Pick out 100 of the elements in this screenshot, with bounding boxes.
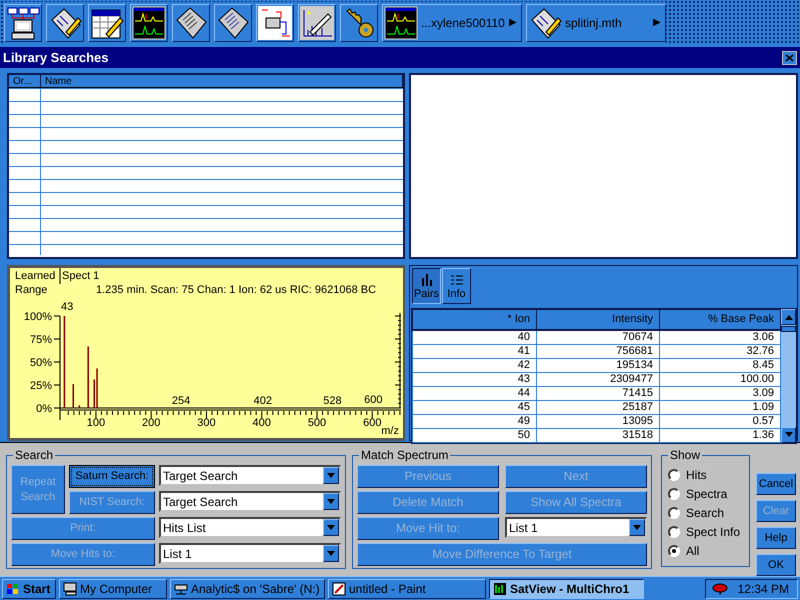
file-button[interactable]: ...xylene500110 ▶ [382,4,522,42]
column-header[interactable]: % Base Peak [660,310,780,330]
start-button[interactable]: Start [2,578,56,598]
toolbar-button[interactable] [88,4,126,42]
peak-label: 600 [364,394,383,406]
toolbar-button[interactable] [256,4,294,42]
column-header[interactable]: Name [41,75,403,87]
column-header[interactable]: * Ion [412,310,536,330]
scan-info: 1.235 min. Scan: 75 Chan: 1 Ion: 62 us RIC: 9621068 BC [96,284,376,296]
scroll-down-button[interactable] [781,426,796,442]
tick-label: 100% [24,311,52,323]
column-header[interactable]: Or... [9,75,41,87]
dialog-button[interactable]: OK [756,554,796,576]
radio-button[interactable] [668,506,680,518]
tick-label: 75% [30,334,52,346]
table-cell: 756681 [536,344,660,358]
spectrum-label: Range [15,284,48,296]
peak-label: 402 [254,395,272,407]
peak-label: 254 [172,395,190,407]
scroll-up-button[interactable] [781,309,796,325]
dropdown-arrow-button[interactable] [323,493,339,510]
computer-icon [6,6,40,40]
file-button[interactable]: splitinj.mth ▶ [526,4,666,42]
search-button[interactable]: Saturn Search: [69,465,155,488]
table-cell: 3.06 [660,330,780,344]
dropdown-field[interactable]: List 1 [505,517,647,538]
table-cell: 31518 [536,428,660,442]
caret-icon [327,499,335,504]
dropdown-arrow-button[interactable] [323,519,339,536]
taskbar-button[interactable]: SatView - MultiChro1 [489,578,644,598]
dialog-button[interactable]: Help [756,527,796,549]
close-icon [785,54,794,62]
tick-label: 300 [197,417,216,429]
table-cell: 13095 [536,414,660,428]
radio-button[interactable] [668,488,680,500]
table-cell: 50 [412,428,536,442]
scroll-thumb[interactable] [781,326,796,332]
network-drive-icon [174,582,188,596]
dropdown-arrow-button[interactable] [629,519,645,536]
toolbar-button[interactable] [172,4,210,42]
taskbar-button[interactable]: My Computer [59,578,167,598]
table-cell: 1.09 [660,400,780,414]
scrollbar[interactable] [781,309,796,442]
bar-chart-icon [420,274,432,286]
table-cell: 25187 [536,400,660,414]
group-label: Show [669,449,702,461]
table-cell: 2309477 [536,372,660,386]
dropdown-arrow-button[interactable] [323,467,339,484]
view-tab[interactable]: Info [442,268,471,304]
toolbar-button[interactable] [4,4,42,42]
radio-label[interactable]: Spectra [686,484,728,502]
dropdown-field[interactable]: Target Search [159,465,341,486]
peak-label: 43 [61,301,74,313]
down-arrow-icon [784,432,792,437]
radio-label[interactable]: Hits [686,466,707,484]
dropdown-field[interactable]: Hits List [159,517,341,538]
axis-label: m/z [381,425,399,437]
taskbar-button[interactable]: untitled - Paint [328,578,486,598]
view-tab[interactable]: Pairs [412,268,441,304]
table-cell: 195134 [536,358,660,372]
toolbar-button[interactable] [340,4,378,42]
dropdown-field[interactable]: Target Search [159,491,341,512]
table-cell: 41 [412,344,536,358]
taskbar-button[interactable]: Analytic$ on 'Sabre' (N:) [170,578,325,598]
arrow-icon: ▶ [509,15,517,30]
radio-label[interactable]: All [686,542,700,560]
caret-icon [633,525,641,530]
tick-label: 0% [36,403,52,415]
dialog-button[interactable]: Cancel [756,473,796,495]
group-label: Search [14,449,54,461]
up-arrow-icon [784,314,792,320]
close-button[interactable] [782,50,797,64]
caret-icon [327,551,335,556]
table-cell: 40 [412,330,536,344]
table-cell: 49 [412,414,536,428]
peak-label: 528 [323,395,342,407]
radio-label[interactable]: Spect Info [686,522,740,540]
dropdown-arrow-button[interactable] [323,545,339,562]
table-cell: 100.00 [660,372,780,386]
caret-icon [327,525,335,530]
table-cell: 43 [412,372,536,386]
tick-label: 50% [30,357,52,369]
windows-logo-icon [6,582,20,594]
radio-button[interactable] [668,544,680,556]
group-label: Match Spectrum [360,449,450,461]
toolbar-button[interactable] [298,4,336,42]
toolbar-button[interactable] [130,4,168,42]
toolbar-button[interactable] [46,4,84,42]
caret-icon [327,473,335,478]
radio-button[interactable] [668,468,680,480]
paint-icon [332,582,346,596]
table-cell: 32.76 [660,344,780,358]
column-header[interactable]: Intensity [536,310,660,330]
table-cell: 42 [412,358,536,372]
dropdown-field[interactable]: List 1 [159,543,341,564]
radio-label[interactable]: Search [686,504,724,522]
table-cell: 0.57 [660,414,780,428]
toolbar-button[interactable] [214,4,252,42]
spectrum-title: Spect 1 [62,270,100,282]
radio-button[interactable] [668,526,680,538]
